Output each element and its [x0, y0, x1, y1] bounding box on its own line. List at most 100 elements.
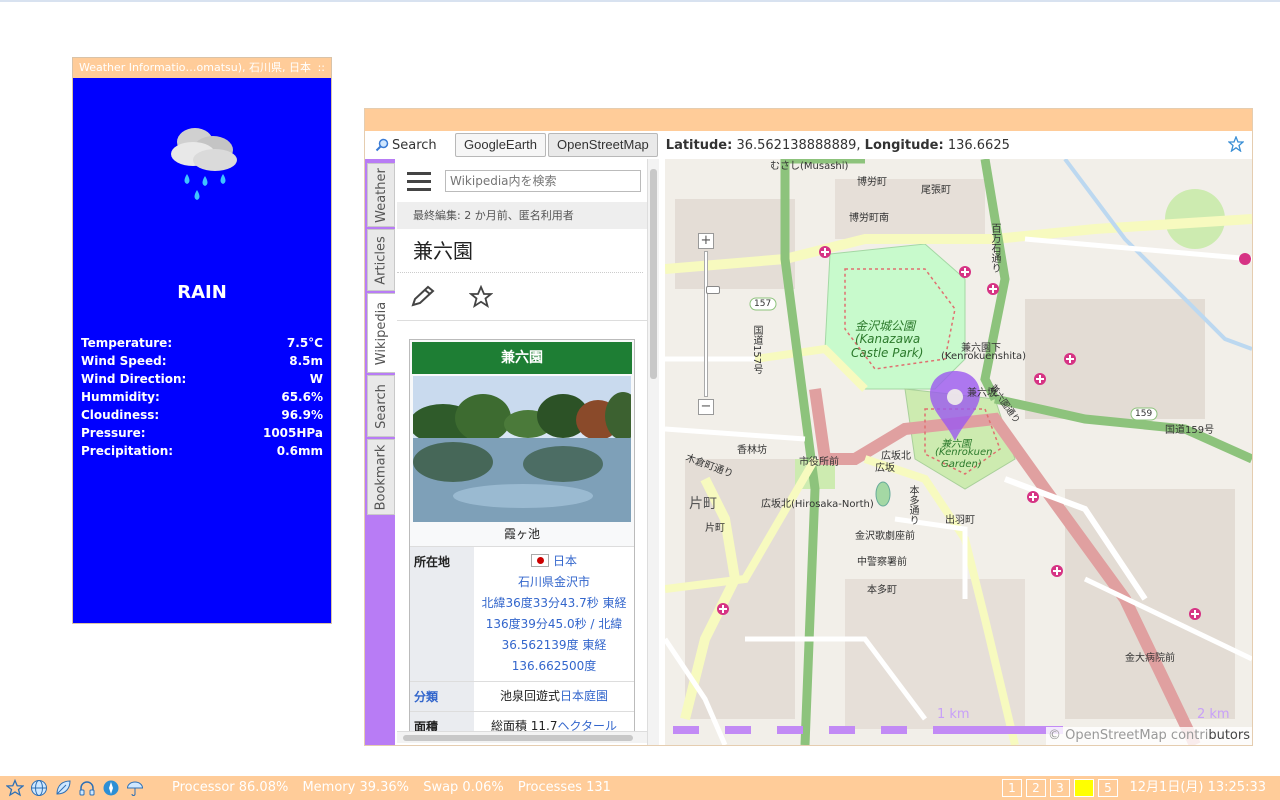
country-name: 日本: [552, 554, 577, 568]
weather-label: Wind Direction:: [81, 372, 187, 386]
photo-caption: 霞ヶ池: [503, 527, 540, 541]
weather-value: 8.5m: [289, 354, 323, 368]
map-label: 市役所前: [799, 457, 839, 468]
workspace-5-button[interactable]: 5: [1098, 779, 1118, 797]
map-scale-bar: [673, 726, 1063, 734]
map-label: 中警察署前: [857, 557, 907, 568]
weather-value: 96.9%: [281, 408, 323, 422]
tab-wikipedia[interactable]: Wikipedia: [367, 293, 395, 373]
map-label-castle-park: Castle Park): [851, 346, 924, 360]
wikipedia-search-input[interactable]: [445, 170, 641, 192]
last-edit-info[interactable]: 最終編集: 2 か月前、匿名利用者: [397, 203, 647, 229]
weather-value: 65.6%: [281, 390, 323, 404]
infobox-title: 兼六園: [412, 342, 632, 374]
bookmark-star-icon[interactable]: [1228, 136, 1244, 152]
workspace-3-button[interactable]: 3: [1050, 779, 1070, 797]
article-title: 兼六園: [397, 229, 643, 273]
weather-value: 0.6mm: [276, 444, 323, 458]
search-button[interactable]: Search: [375, 138, 455, 153]
leaf-icon[interactable]: [54, 779, 72, 797]
screen-top-rule: [0, 0, 1280, 2]
rain-cloud-icon: [171, 128, 237, 200]
category-link[interactable]: 日本庭園: [560, 689, 608, 703]
map-label: 尾張町: [921, 185, 951, 196]
scrollbar-thumb[interactable]: [403, 735, 633, 741]
city-link[interactable]: 石川県金沢市: [476, 572, 632, 593]
map-label: 金大病院前: [1125, 653, 1175, 664]
map-label: 香林坊: [737, 445, 767, 456]
map-label: 金沢歌劇座前: [855, 531, 915, 542]
weather-value: W: [309, 372, 323, 386]
tab-bookmark[interactable]: Bookmark: [367, 439, 395, 515]
zoom-out-button[interactable]: −: [698, 399, 714, 415]
openstreetmap-button[interactable]: OpenStreetMap: [548, 133, 658, 157]
garden-photo[interactable]: [413, 376, 631, 522]
weather-row-wind-speed: Wind Speed: 8.5m: [81, 352, 323, 370]
map-label: 国道159号: [1165, 425, 1215, 436]
map-attribution[interactable]: © OpenStreetMap contributors: [1046, 727, 1252, 745]
japan-flag-icon: [530, 554, 549, 567]
watch-star-icon[interactable]: [469, 285, 493, 309]
infobox-row-location: 所在地 日本 石川県金沢市 北緯36度33分43.7秒 東経 136度39分45…: [410, 546, 634, 681]
weather-value: 1005HPa: [262, 426, 323, 440]
taskbar: Processor 86.08% Memory 39.36% Swap 0.06…: [0, 776, 1280, 800]
route-159-badge: 159: [1135, 409, 1153, 419]
workspace-4-button[interactable]: 4: [1074, 779, 1094, 797]
toolbar: Search GoogleEarth OpenStreetMap Latitud…: [365, 131, 1252, 159]
compass-icon[interactable]: [102, 779, 120, 797]
google-earth-button[interactable]: GoogleEarth: [455, 133, 546, 157]
menu-icon[interactable]: [407, 172, 431, 192]
map-label: 国道157号: [751, 325, 762, 375]
tab-articles-label: Articles: [373, 235, 389, 285]
workspace-2-button[interactable]: 2: [1026, 779, 1046, 797]
workspace-1-button[interactable]: 1: [1002, 779, 1022, 797]
map-label: 広坂: [875, 463, 895, 474]
tab-weather[interactable]: Weather: [367, 163, 395, 227]
clock[interactable]: 12月1日(月) 13:25:33: [1130, 776, 1266, 800]
search-icon: [375, 138, 389, 152]
weather-body: RAIN Temperature: 7.5°C Wind Speed: 8.5m W…: [73, 78, 331, 623]
memory-usage: Memory 39.36%: [302, 780, 410, 795]
coordinate-link[interactable]: 36.562139度 東経: [476, 635, 632, 656]
workspace-switcher: 1 2 3 4 5: [1002, 779, 1118, 797]
tab-search-label: Search: [373, 383, 389, 429]
search-label: Search: [392, 137, 437, 153]
coordinate-link[interactable]: 136度39分45.0秒 / 北緯: [476, 614, 632, 635]
map-label: (Kenrokuenshita): [941, 351, 1027, 362]
wikipedia-horizontal-scrollbar[interactable]: [397, 731, 647, 743]
grip-icon[interactable]: ::: [318, 58, 325, 78]
weather-row-precipitation: Precipitation: 0.6mm: [81, 442, 323, 460]
attribution-text-tail: butors: [1208, 728, 1250, 743]
openstreetmap-view[interactable]: むさし(Musashi) 博労町 尾張町 博労町南 百万石通り 金沢城公園 (K…: [665, 159, 1252, 745]
pencil-icon[interactable]: [411, 285, 437, 307]
zoom-in-button[interactable]: +: [698, 233, 714, 249]
weather-widget-titlebar[interactable]: Weather Informatio…omatsu), 石川県, 日本 ::: [73, 58, 331, 78]
headphones-icon[interactable]: [78, 779, 96, 797]
star-icon[interactable]: [5, 778, 25, 797]
tab-bookmark-label: Bookmark: [373, 444, 389, 510]
coordinates-readout: Latitude: 36.562138888889, Longitude: 13…: [666, 138, 1010, 153]
globe-icon[interactable]: [30, 779, 48, 797]
swap-usage: Swap 0.06%: [423, 780, 504, 795]
weather-label: Precipitation:: [81, 444, 174, 458]
tab-articles[interactable]: Articles: [367, 229, 395, 291]
latitude-value: 36.562138888889,: [736, 137, 861, 153]
zoom-slider-handle[interactable]: [706, 286, 720, 294]
zoom-slider-track[interactable]: [704, 251, 720, 397]
latitude-label: Latitude:: [665, 137, 733, 153]
wikipedia-vertical-scrollbar[interactable]: [647, 159, 659, 745]
main-window-titlebar[interactable]: [365, 109, 1252, 131]
coordinate-link[interactable]: 北緯36度33分43.7秒 東経: [476, 593, 632, 614]
weather-row-cloudiness: Cloudiness: 96.9%: [81, 406, 323, 424]
infobox-key-link[interactable]: 分類: [410, 682, 474, 711]
scrollbar-thumb[interactable]: [650, 169, 657, 379]
map-label: 本多町: [867, 585, 897, 596]
attribution-text: © OpenStreetMap contri: [1048, 728, 1209, 743]
country-link[interactable]: 日本: [476, 551, 632, 572]
process-count: Processes 131: [517, 780, 611, 795]
tab-search[interactable]: Search: [367, 375, 395, 437]
infobox-value: 日本 石川県金沢市 北緯36度33分43.7秒 東経 136度39分45.0秒 …: [474, 547, 634, 681]
coordinate-link[interactable]: 136.662500度: [476, 656, 632, 677]
processor-usage: Processor 86.08%: [172, 780, 289, 795]
umbrella-icon[interactable]: [126, 779, 144, 797]
